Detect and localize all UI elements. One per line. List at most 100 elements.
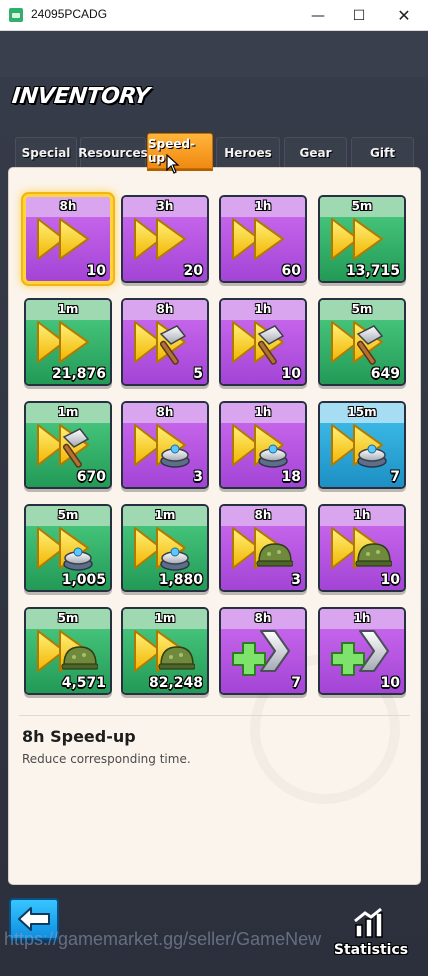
- item-quantity: 10: [86, 263, 106, 279]
- building-speedup-icon: [328, 316, 392, 368]
- tab-gift[interactable]: Gift: [351, 137, 414, 168]
- speedup-icon: [131, 213, 195, 265]
- tab-speed-up[interactable]: Speed-up: [147, 133, 213, 169]
- training-speedup-icon: [34, 625, 98, 677]
- item-duration: 1h: [254, 302, 272, 316]
- training-speedup-icon: [229, 522, 293, 574]
- item-quantity: 5: [193, 366, 203, 382]
- watermark-url: https://gamemarket.gg/seller/GameNew: [4, 929, 322, 949]
- item-duration: 8h: [254, 508, 272, 522]
- item-speedup-8h[interactable]: 8h 10: [26, 197, 110, 281]
- item-research-speedup-15m[interactable]: 15m 7: [320, 403, 404, 487]
- healing-speedup-icon: [328, 625, 392, 677]
- item-speedup-1h[interactable]: 1h 60: [221, 197, 305, 281]
- item-quantity: 10: [380, 572, 400, 588]
- item-research-speedup-1h[interactable]: 1h 18: [221, 403, 305, 487]
- item-quantity: 10: [380, 675, 400, 691]
- item-training-speedup-1m[interactable]: 1m 82,248: [123, 609, 207, 693]
- item-quantity: 13,715: [345, 263, 400, 279]
- item-duration: 15m: [347, 405, 377, 419]
- detail-title: 8h Speed-up: [22, 727, 136, 746]
- item-building-speedup-8h[interactable]: 8h 5: [123, 300, 207, 384]
- item-duration: 1m: [57, 302, 79, 316]
- item-building-speedup-1m[interactable]: 1m 670: [26, 403, 110, 487]
- research-speedup-icon: [131, 522, 195, 574]
- item-duration: 5m: [57, 508, 79, 522]
- statistics-icon: [354, 907, 383, 938]
- item-building-speedup-1h[interactable]: 1h 10: [221, 300, 305, 384]
- item-training-speedup-1h[interactable]: 1h 10: [320, 506, 404, 590]
- item-quantity: 7: [291, 675, 301, 691]
- item-speedup-1m[interactable]: 1m 21,876: [26, 300, 110, 384]
- mouse-cursor-icon: [166, 154, 180, 174]
- item-quantity: 649: [370, 366, 400, 382]
- research-speedup-icon: [328, 419, 392, 471]
- research-speedup-icon: [131, 419, 195, 471]
- item-duration: 1h: [353, 508, 371, 522]
- item-quantity: 1,880: [158, 572, 203, 588]
- healing-speedup-icon: [229, 625, 293, 677]
- item-duration: 1m: [154, 611, 176, 625]
- research-speedup-icon: [34, 522, 98, 574]
- item-research-speedup-1m[interactable]: 1m 1,880: [123, 506, 207, 590]
- item-speedup-5m[interactable]: 5m 13,715: [320, 197, 404, 281]
- detail-description: Reduce corresponding time.: [22, 752, 191, 766]
- item-research-speedup-8h[interactable]: 8h 3: [123, 403, 207, 487]
- item-training-speedup-5m[interactable]: 5m 4,571: [26, 609, 110, 693]
- item-research-speedup-5m[interactable]: 5m 1,005: [26, 506, 110, 590]
- tab-resources[interactable]: Resources: [78, 137, 148, 168]
- item-building-speedup-5m[interactable]: 5m 649: [320, 300, 404, 384]
- building-speedup-icon: [34, 419, 98, 471]
- window-title: 24095PCADG: [31, 7, 108, 21]
- statistics-label: Statistics: [333, 942, 409, 958]
- app-icon: [9, 8, 23, 22]
- maximize-button[interactable]: ☐: [337, 0, 381, 31]
- item-training-speedup-8h[interactable]: 8h 3: [221, 506, 305, 590]
- item-duration: 1m: [57, 405, 79, 419]
- item-quantity: 60: [281, 263, 301, 279]
- item-duration: 5m: [351, 199, 373, 213]
- research-speedup-icon: [229, 419, 293, 471]
- item-duration: 8h: [254, 611, 272, 625]
- tab-gear[interactable]: Gear: [284, 137, 347, 168]
- item-duration: 5m: [351, 302, 373, 316]
- item-duration: 1m: [154, 508, 176, 522]
- item-duration: 1h: [254, 199, 272, 213]
- item-quantity: 82,248: [148, 675, 203, 691]
- item-quantity: 18: [281, 469, 301, 485]
- item-quantity: 1,005: [61, 572, 106, 588]
- item-duration: 1h: [353, 611, 371, 625]
- speedup-icon: [34, 213, 98, 265]
- tab-heroes[interactable]: Heroes: [216, 137, 280, 168]
- item-healing-speedup-1h[interactable]: 1h 10: [320, 609, 404, 693]
- building-speedup-icon: [229, 316, 293, 368]
- training-speedup-icon: [328, 522, 392, 574]
- window-title-bar: 24095PCADG — ☐ ✕: [0, 0, 428, 31]
- item-quantity: 670: [76, 469, 106, 485]
- tab-special[interactable]: Special: [15, 137, 77, 168]
- item-quantity: 21,876: [51, 366, 106, 382]
- speedup-icon: [328, 213, 392, 265]
- item-quantity: 3: [193, 469, 203, 485]
- minimize-button[interactable]: —: [296, 0, 340, 31]
- item-quantity: 20: [183, 263, 203, 279]
- item-speedup-3h[interactable]: 3h 20: [123, 197, 207, 281]
- page-title: INVENTORY: [10, 84, 151, 109]
- item-healing-speedup-8h[interactable]: 8h 7: [221, 609, 305, 693]
- item-duration: 8h: [59, 199, 77, 213]
- training-speedup-icon: [131, 625, 195, 677]
- item-duration: 5m: [57, 611, 79, 625]
- detail-divider: [19, 715, 410, 716]
- item-quantity: 7: [390, 469, 400, 485]
- item-duration: 3h: [156, 199, 174, 213]
- close-button[interactable]: ✕: [382, 0, 426, 31]
- item-duration: 8h: [156, 405, 174, 419]
- speedup-icon: [34, 316, 98, 368]
- item-quantity: 4,571: [61, 675, 106, 691]
- speedup-icon: [229, 213, 293, 265]
- item-duration: 8h: [156, 302, 174, 316]
- statistics-button[interactable]: Statistics: [331, 905, 411, 963]
- item-quantity: 3: [291, 572, 301, 588]
- item-duration: 1h: [254, 405, 272, 419]
- building-speedup-icon: [131, 316, 195, 368]
